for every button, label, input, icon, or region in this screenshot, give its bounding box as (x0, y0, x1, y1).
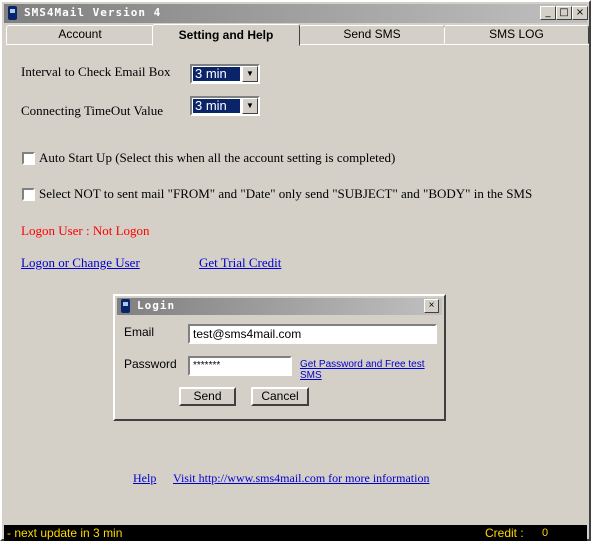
minimize-button[interactable]: _ (540, 6, 556, 20)
maximize-button[interactable]: □ (556, 6, 572, 20)
credit-label: Credit : (485, 526, 524, 540)
help-link[interactable]: Help (133, 471, 156, 486)
get-password-link[interactable]: Get Password and Free test SMS (300, 359, 444, 381)
login-close-button[interactable]: × (424, 299, 439, 313)
window-title: SMS4Mail Version 4 (24, 6, 162, 19)
tab-bar: Account Setting and Help Send SMS SMS LO… (6, 24, 589, 46)
phone-app-icon (8, 6, 17, 20)
logon-link[interactable]: Logon or Change User (21, 255, 140, 271)
send-button[interactable]: Send (179, 387, 236, 406)
email-label: Email (124, 325, 155, 339)
tab-account[interactable]: Account (6, 25, 154, 44)
main-window: SMS4Mail Version 4 _ □ × Account Setting… (0, 0, 591, 541)
password-field[interactable]: ******* (188, 356, 292, 376)
login-title: Login (137, 299, 176, 312)
update-status: - next update in 3 min (7, 526, 123, 540)
status-bar: - next update in 3 min Credit : 0 (4, 525, 587, 541)
close-button[interactable]: × (572, 6, 588, 20)
interval-value: 3 min (193, 67, 240, 81)
interval-label: Interval to Check Email Box (21, 64, 171, 79)
tab-sms-log[interactable]: SMS LOG (444, 25, 589, 44)
credit-value: 0 (542, 527, 549, 539)
title-bar: SMS4Mail Version 4 _ □ × (4, 4, 588, 23)
visit-website-link[interactable]: Visit http://www.sms4mail.com for more i… (173, 471, 429, 486)
autostart-label: Auto Start Up (Select this when all the … (39, 150, 396, 165)
timeout-value: 3 min (193, 99, 240, 113)
notsend-label: Select NOT to sent mail "FROM" and "Date… (39, 186, 533, 201)
dropdown-arrow-icon[interactable]: ▼ (242, 98, 258, 114)
tab-send-sms[interactable]: Send SMS (299, 25, 445, 44)
email-field[interactable]: test@sms4mail.com (188, 324, 437, 344)
dropdown-arrow-icon[interactable]: ▼ (242, 66, 258, 82)
interval-select[interactable]: 3 min ▼ (190, 64, 260, 84)
phone-app-icon (121, 299, 130, 313)
login-title-bar: Login × (117, 298, 442, 315)
login-dialog: Login × Email test@sms4mail.com Password… (113, 294, 446, 421)
notsend-checkbox[interactable] (22, 188, 35, 201)
logon-status: Logon User : Not Logon (21, 223, 150, 238)
autostart-checkbox[interactable] (22, 152, 35, 165)
tab-setting-and-help[interactable]: Setting and Help (152, 24, 300, 46)
timeout-label: Connecting TimeOut Value (21, 103, 164, 118)
timeout-select[interactable]: 3 min ▼ (190, 96, 260, 116)
trial-credit-link[interactable]: Get Trial Credit (199, 255, 281, 271)
password-label: Password (124, 357, 177, 371)
cancel-button[interactable]: Cancel (251, 387, 309, 406)
